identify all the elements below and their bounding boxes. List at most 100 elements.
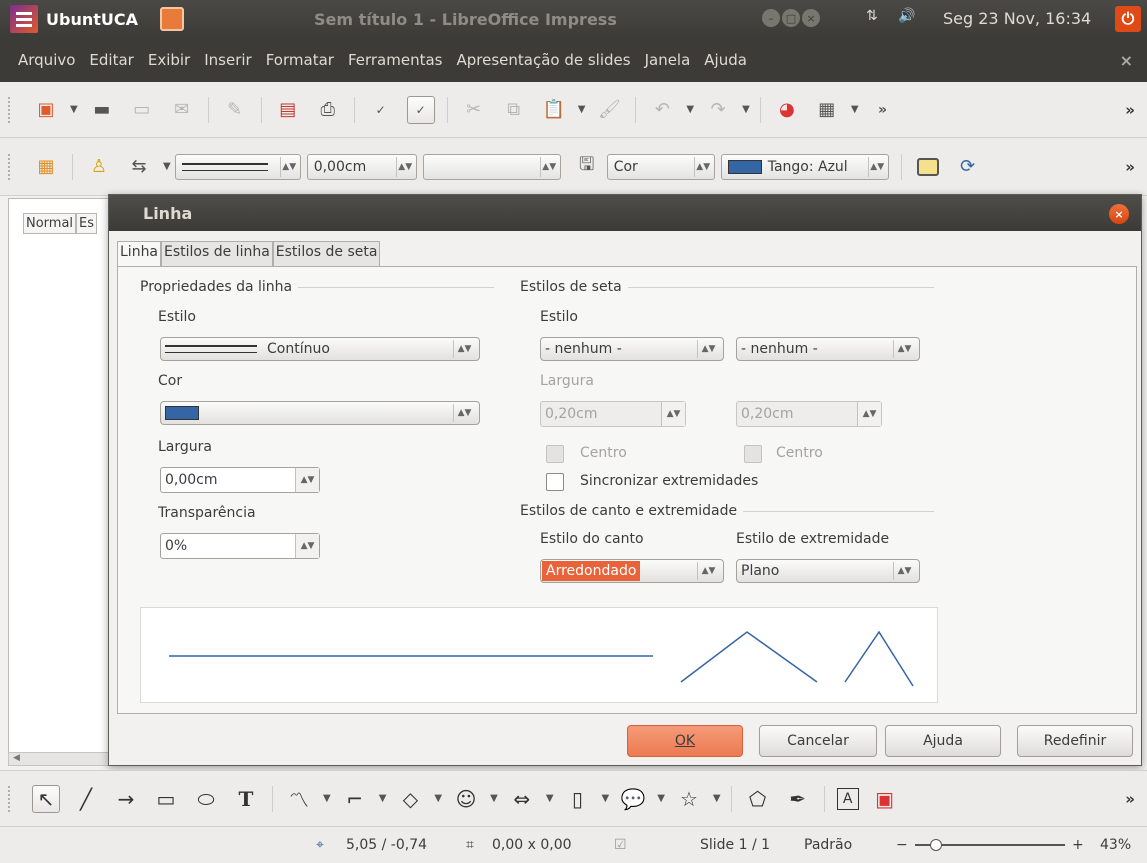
curve-icon[interactable]: 〽 [285,785,313,813]
line-style-select[interactable]: Contínuo ▲▼ [160,337,480,361]
menu-arquivo[interactable]: Arquivo [0,51,82,69]
slide-design-icon[interactable]: ▦ [32,153,60,181]
close-icon[interactable]: × [1109,204,1129,224]
impress-app-icon[interactable] [160,7,184,31]
document-modified-icon[interactable]: ☑ [614,837,627,853]
block-arrows-dropdown-icon[interactable]: ▼ [546,793,554,804]
zoom-value[interactable]: 43% [1100,837,1131,853]
ellipse-icon[interactable]: ⬭ [192,785,220,813]
basic-shapes-icon[interactable]: ◇ [396,785,424,813]
network-icon[interactable]: ⇅ [866,8,878,24]
points-icon[interactable]: ⬠ [744,785,772,813]
arrow-style-icon[interactable]: ⇆ [125,153,153,181]
arrow-start-select[interactable]: - nenhum - ▲▼ [540,337,724,361]
arrow-line-icon[interactable]: → [112,785,140,813]
line-color-combo[interactable]: ▲▼ [422,153,561,180]
arrow-style-dropdown-icon[interactable]: ▼ [163,161,171,172]
volume-icon[interactable]: 🔊 [898,8,915,24]
cap-style-select[interactable]: Plano ▲▼ [736,559,920,583]
redo-dropdown-icon[interactable]: ▼ [742,104,750,115]
tab-linha[interactable]: Linha [117,241,162,266]
zoom-out-icon[interactable]: − [896,837,908,853]
zoom-in-icon[interactable]: + [1072,837,1084,853]
toolbar-overflow-icon[interactable]: » [1125,790,1135,808]
minimize-icon[interactable]: – [762,9,780,27]
edit-file-icon[interactable]: ✎ [221,96,249,124]
rotate-icon[interactable]: ⟳ [954,153,982,181]
maximize-icon[interactable]: □ [782,9,800,27]
zoom-slider-knob[interactable] [930,839,942,851]
new-dropdown-icon[interactable]: ▼ [70,104,78,115]
sync-ends-checkbox[interactable] [546,473,564,491]
cancel-button[interactable]: Cancelar [759,725,877,757]
line-color-select[interactable]: ▲▼ [160,401,480,425]
callouts-dropdown-icon[interactable]: ▼ [657,793,665,804]
line-icon[interactable]: ♙ [85,153,113,181]
stars-icon[interactable]: ☆ [675,785,703,813]
stars-dropdown-icon[interactable]: ▼ [713,793,721,804]
toolbar-grip[interactable] [8,96,16,123]
spellcheck-icon[interactable]: ✓ [367,96,395,124]
new-document-icon[interactable]: ▣ [32,96,60,124]
area-color-combo[interactable]: Tango: Azul ▲▼ [720,153,889,180]
paste-dropdown-icon[interactable]: ▼ [578,104,586,115]
power-icon[interactable]: ⏻ [1115,6,1141,32]
menu-janela[interactable]: Janela [638,51,698,69]
flowchart-icon[interactable]: ▯ [564,785,592,813]
horizontal-scrollbar[interactable]: ◀ [8,752,110,766]
cut-icon[interactable]: ✂ [460,96,488,124]
symbol-shapes-icon[interactable]: ☺ [452,785,480,813]
table-dropdown-icon[interactable]: ▼ [851,104,859,115]
menu-ajuda[interactable]: Ajuda [697,51,754,69]
print-icon[interactable]: ⎙ [314,96,342,124]
toolbar-more-icon[interactable]: » [869,96,897,124]
clock[interactable]: Seg 23 Nov, 16:34 [943,9,1091,28]
area-icon[interactable]: 🖫 [573,153,601,181]
tab-normal[interactable]: Normal [23,213,77,234]
line-tool-icon[interactable]: ╱ [72,785,100,813]
menu-editar[interactable]: Editar [82,51,140,69]
arrow-end-width-spinner[interactable]: ▲▼ [857,402,881,426]
tab-outline[interactable]: Es [76,213,98,234]
block-arrows-icon[interactable]: ⇔ [508,785,536,813]
insert-image-icon[interactable]: ▣ [871,785,899,813]
line-style-combo[interactable]: ▲▼ [174,153,301,180]
arrow-end-select[interactable]: - nenhum - ▲▼ [736,337,920,361]
toolbar-overflow-icon[interactable]: » [1125,101,1135,119]
tab-estilos-de-linha[interactable]: Estilos de linha [161,241,273,266]
glue-points-icon[interactable]: ✒ [784,785,812,813]
menu-ferramentas[interactable]: Ferramentas [341,51,450,69]
close-document-icon[interactable]: × [1120,51,1133,70]
callouts-icon[interactable]: 💬 [619,785,647,813]
area-style-combo[interactable]: Cor ▲▼ [606,153,715,180]
transparency-spinner[interactable]: ▲▼ [295,534,319,558]
dialog-titlebar[interactable]: Linha × [109,195,1141,231]
export-pdf-icon[interactable]: ▤ [274,96,302,124]
fontwork-icon[interactable]: A [836,787,859,810]
center-start-checkbox[interactable] [546,445,564,463]
tab-estilos-de-seta[interactable]: Estilos de seta [272,241,381,266]
corner-style-select[interactable]: Arredondado ▲▼ [540,559,724,583]
arrow-start-width-field[interactable]: 0,20cm ▲▼ [540,401,686,427]
line-width-field[interactable]: 0,00cm ▲▼ [306,153,417,180]
connector-dropdown-icon[interactable]: ▼ [379,793,387,804]
menu-exibir[interactable]: Exibir [141,51,197,69]
flowchart-dropdown-icon[interactable]: ▼ [602,793,610,804]
undo-dropdown-icon[interactable]: ▼ [686,104,694,115]
layout-name[interactable]: Padrão [804,837,852,853]
menu-formatar[interactable]: Formatar [259,51,341,69]
menu-inserir[interactable]: Inserir [197,51,258,69]
shadow-icon[interactable] [914,153,942,181]
curve-dropdown-icon[interactable]: ▼ [323,793,331,804]
ok-button[interactable]: OK [627,725,743,757]
help-button[interactable]: Ajuda [885,725,1001,757]
text-tool-icon[interactable]: T [232,785,260,813]
line-width-field[interactable]: 0,00cm ▲▼ [160,467,320,493]
email-icon[interactable]: ✉ [168,96,196,124]
basic-shapes-dropdown-icon[interactable]: ▼ [434,793,442,804]
center-end-checkbox[interactable] [744,445,762,463]
transparency-field[interactable]: 0% ▲▼ [160,533,320,559]
toolbar-grip[interactable] [8,153,16,180]
paste-icon[interactable]: 📋 [540,96,568,124]
line-width-spinner[interactable]: ▲▼ [295,468,319,492]
